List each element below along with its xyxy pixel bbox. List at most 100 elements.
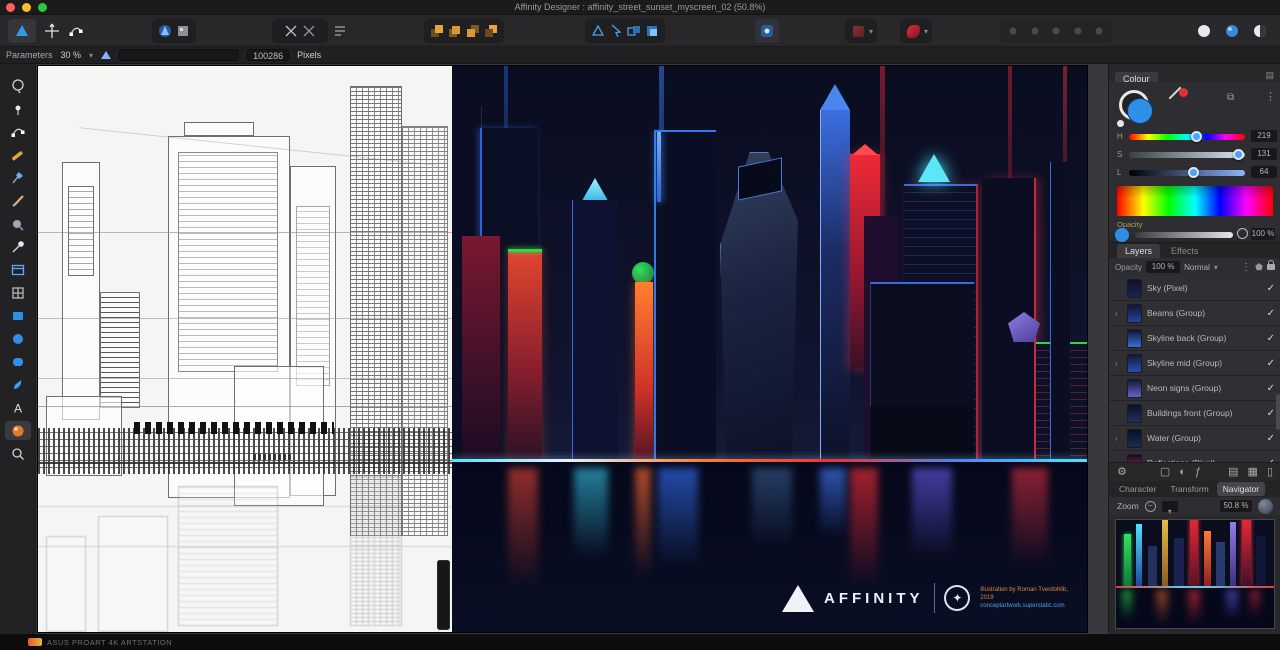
opacity-slider[interactable] [1135,232,1233,238]
lasso-tool[interactable] [5,76,31,95]
layer-visibility-check[interactable]: ✓ [1267,433,1275,444]
add-layer-icon[interactable]: ▦ [1248,465,1258,478]
layers-opacity-dropdown[interactable]: 100 % [1146,261,1181,273]
move-forward-icon[interactable] [446,22,464,40]
slider-handle-L[interactable] [1187,167,1199,178]
cut-a-icon[interactable] [282,22,300,40]
options-list-icon[interactable] [331,22,349,40]
colour-picker-tool[interactable] [5,237,31,256]
effects-fx-icon[interactable]: ƒ [1195,466,1201,478]
slider-value-H[interactable]: 219 [1251,130,1277,142]
brush-colour-button[interactable]: ▾ [900,19,933,43]
brush-tool[interactable] [5,191,31,210]
pen-point-tool[interactable] [5,99,31,118]
layer-row[interactable]: › Water (Group) ✓ [1109,426,1280,451]
chevron-down-icon[interactable]: ▾ [89,51,93,60]
expand-caret-icon[interactable]: › [1115,359,1122,368]
fill-tool[interactable] [5,214,31,233]
layer-row[interactable]: › Beams (Group) ✓ [1109,301,1280,326]
distribute-h-icon[interactable] [1069,22,1087,40]
link-icon[interactable]: ⧉ [1227,92,1234,103]
layer-name[interactable]: Water (Group) [1147,433,1262,443]
context-value[interactable]: 30 % [61,50,82,60]
preview-split-icon[interactable] [1251,22,1269,40]
cut-b-icon[interactable] [300,22,318,40]
layer-name[interactable]: Skyline mid (Group) [1147,358,1262,368]
rectangle-tool[interactable] [5,306,31,325]
layer-name[interactable]: Beams (Group) [1147,308,1262,318]
insert-inside-icon[interactable] [643,22,661,40]
layer-row[interactable]: › Skyline mid (Group) ✓ [1109,351,1280,376]
zoom-value[interactable]: 50.8 % [1220,500,1252,512]
colour-slider-H[interactable] [1129,134,1245,140]
distribute-v-icon[interactable] [1090,22,1108,40]
layer-visibility-check[interactable]: ✓ [1267,408,1275,419]
layer-thumbnail[interactable] [1127,303,1142,323]
insert-cursor-icon[interactable] [607,22,625,40]
layer-name[interactable]: Skyline back (Group) [1147,333,1262,343]
insert-behind-icon[interactable] [625,22,643,40]
colour-slider-L[interactable] [1129,170,1245,176]
layer-visibility-check[interactable]: ✓ [1267,383,1275,394]
layer-visibility-check[interactable]: ✓ [1267,283,1275,294]
zoom-tool[interactable] [5,444,31,463]
align-left-icon[interactable] [1004,22,1022,40]
symbol-tool[interactable] [5,283,31,302]
tab-character[interactable]: Character [1113,482,1162,496]
tab-layers[interactable]: Layers [1117,244,1161,258]
move-backward-icon[interactable] [464,22,482,40]
lock-icon[interactable] [1267,260,1275,270]
blend-mode-dropdown[interactable]: Normal [1184,263,1210,272]
app-logo-icon[interactable] [13,22,31,40]
app-logo-button[interactable] [8,19,36,43]
opacity-value[interactable]: 100 % [1251,228,1275,240]
document-artwork[interactable]: AFFINITY ✦ Illustration by Roman Tverdoh… [38,66,1087,632]
node-tool[interactable] [5,122,31,141]
layer-visibility-check[interactable]: ✓ [1267,333,1275,344]
options-list-button[interactable] [330,19,350,43]
layer-name[interactable]: Neon signs (Group) [1147,383,1262,393]
layer-row[interactable]: Sky (Pixel) ✓ [1109,276,1280,301]
node-edit-icon[interactable] [67,22,85,40]
align-right-icon[interactable] [1047,22,1065,40]
ellipse-tool[interactable] [5,329,31,348]
snapping-icon[interactable] [758,22,776,40]
panel-menu-icon[interactable]: ▤ [1265,70,1274,81]
tab-effects[interactable]: Effects [1171,246,1198,256]
artboard-tool[interactable] [5,260,31,279]
layer-visibility-check[interactable]: ✓ [1267,308,1275,319]
move-to-front-icon[interactable] [428,22,446,40]
toggle-group[interactable] [272,19,328,43]
layer-thumbnail[interactable] [1127,403,1142,423]
shield-icon[interactable]: ⬟ [1255,262,1263,273]
navigator-thumbnail[interactable] [1115,519,1275,629]
canvas-area[interactable]: AFFINITY ✦ Illustration by Roman Tverdoh… [36,64,1108,634]
layer-row[interactable]: Skyline back (Group) ✓ [1109,326,1280,351]
layer-thumbnail[interactable] [1127,353,1142,373]
swap-colours-dot[interactable] [1117,120,1124,127]
zoom-reset-button[interactable] [1258,498,1273,514]
vector-pen-tool[interactable] [5,168,31,187]
designer-persona-icon[interactable] [156,22,174,40]
vector-brush-tool[interactable] [5,375,31,394]
move-tool-button[interactable] [40,19,64,43]
add-pixel-layer-icon[interactable]: ▤ [1228,465,1238,478]
stroke-style-button[interactable]: ▾ [845,19,878,43]
zoom-out-icon[interactable]: − [1144,500,1156,512]
fill-colour-well[interactable] [1127,98,1153,124]
spectrum-strip[interactable] [1117,186,1273,216]
layer-thumbnail[interactable] [1127,428,1142,448]
node-edit-button[interactable] [64,19,88,43]
colour-tag-icon[interactable]: ⚙ [1117,465,1127,478]
pixel-persona-icon[interactable] [174,22,192,40]
snapping-button[interactable] [755,19,779,43]
layer-row[interactable]: Buildings front (Group) ✓ [1109,401,1280,426]
delete-layer-icon[interactable]: ▯ [1267,465,1273,478]
layer-name[interactable]: Sky (Pixel) [1147,283,1262,293]
text-tool[interactable]: A [5,398,31,417]
layer-name[interactable]: Buildings front (Group) [1147,408,1262,418]
slider-handle-S[interactable] [1233,149,1245,160]
layer-row[interactable]: Neon signs (Group) ✓ [1109,376,1280,401]
none-icon[interactable] [1237,228,1248,239]
layer-thumbnail[interactable] [1127,278,1142,298]
